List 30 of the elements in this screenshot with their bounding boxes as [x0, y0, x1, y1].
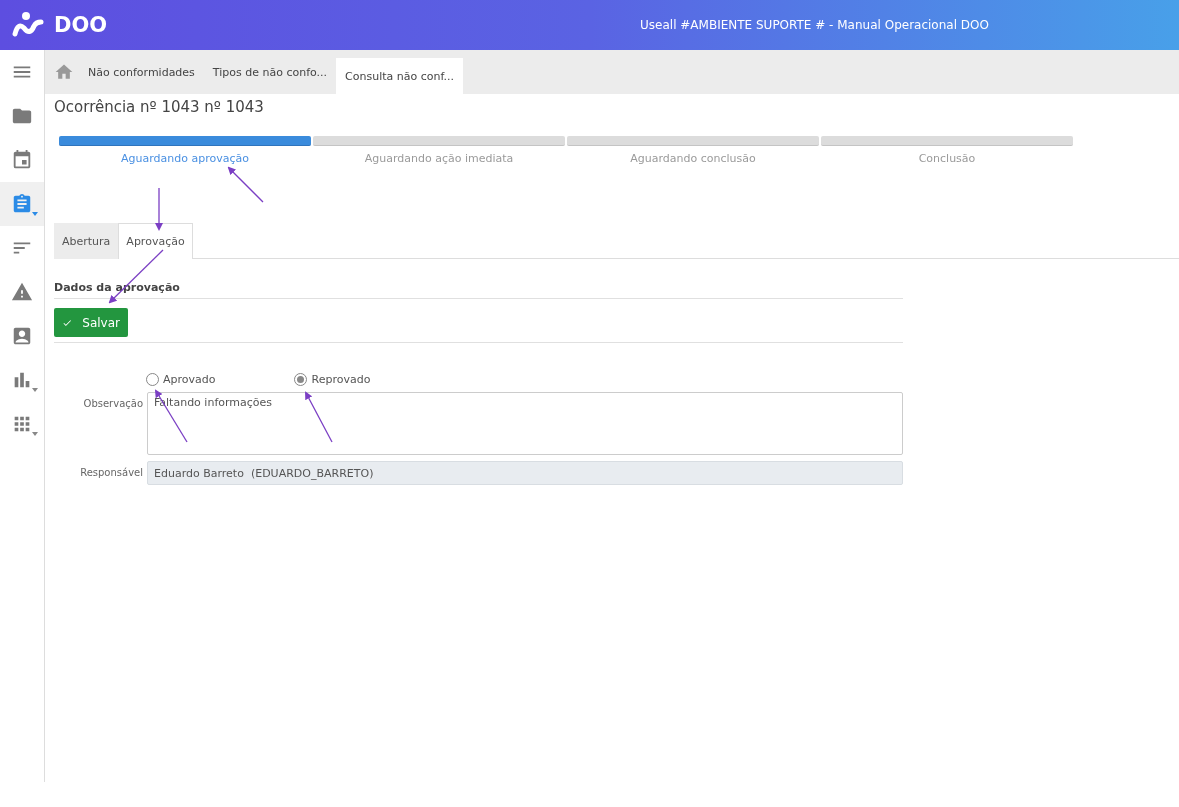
annotation-arrow: [227, 166, 264, 203]
annotation-arrow: [155, 187, 163, 231]
form-tab[interactable]: Abertura: [54, 223, 119, 259]
step-label: Conclusão: [918, 152, 976, 165]
radio-button[interactable]: [146, 373, 159, 386]
field-label: Responsável: [79, 466, 143, 478]
field-label: Observação: [82, 397, 143, 409]
warning-icon: [11, 281, 33, 303]
save-button[interactable]: Salvar: [54, 308, 128, 337]
app-title: Useall #AMBIENTE SUPORTE # - Manual Operacional DOO: [639, 18, 990, 32]
step-label: Aguardando conclusão: [630, 152, 756, 165]
logo-icon: [12, 12, 44, 38]
radio-option[interactable]: Reprovado: [294, 373, 371, 386]
step-label: Aguardando ação imediata: [364, 152, 514, 165]
page-tab[interactable]: Consulta não conf...: [336, 58, 464, 94]
annotation-arrow: [305, 391, 333, 443]
page-title: Ocorrência nº 1043 nº 1043: [54, 98, 265, 118]
calendar-icon: [11, 149, 33, 171]
radio-option[interactable]: Aprovado: [146, 373, 216, 386]
responsible-field[interactable]: Eduardo Barreto (EDUARDO_BARRETO): [147, 461, 903, 485]
logo-text: DOO: [54, 13, 108, 37]
radio-button[interactable]: [294, 373, 308, 386]
home-icon: [54, 62, 74, 82]
step-label: Aguardando aprovação: [121, 152, 249, 165]
page-tab[interactable]: Não conformidades: [79, 50, 204, 94]
contact-icon: [11, 325, 33, 347]
clipboard-icon: [11, 193, 33, 215]
page-tab[interactable]: Tipos de não confo...: [203, 50, 337, 94]
sidebar-item[interactable]: [0, 182, 44, 226]
form-tab[interactable]: Aprovação: [118, 223, 193, 259]
